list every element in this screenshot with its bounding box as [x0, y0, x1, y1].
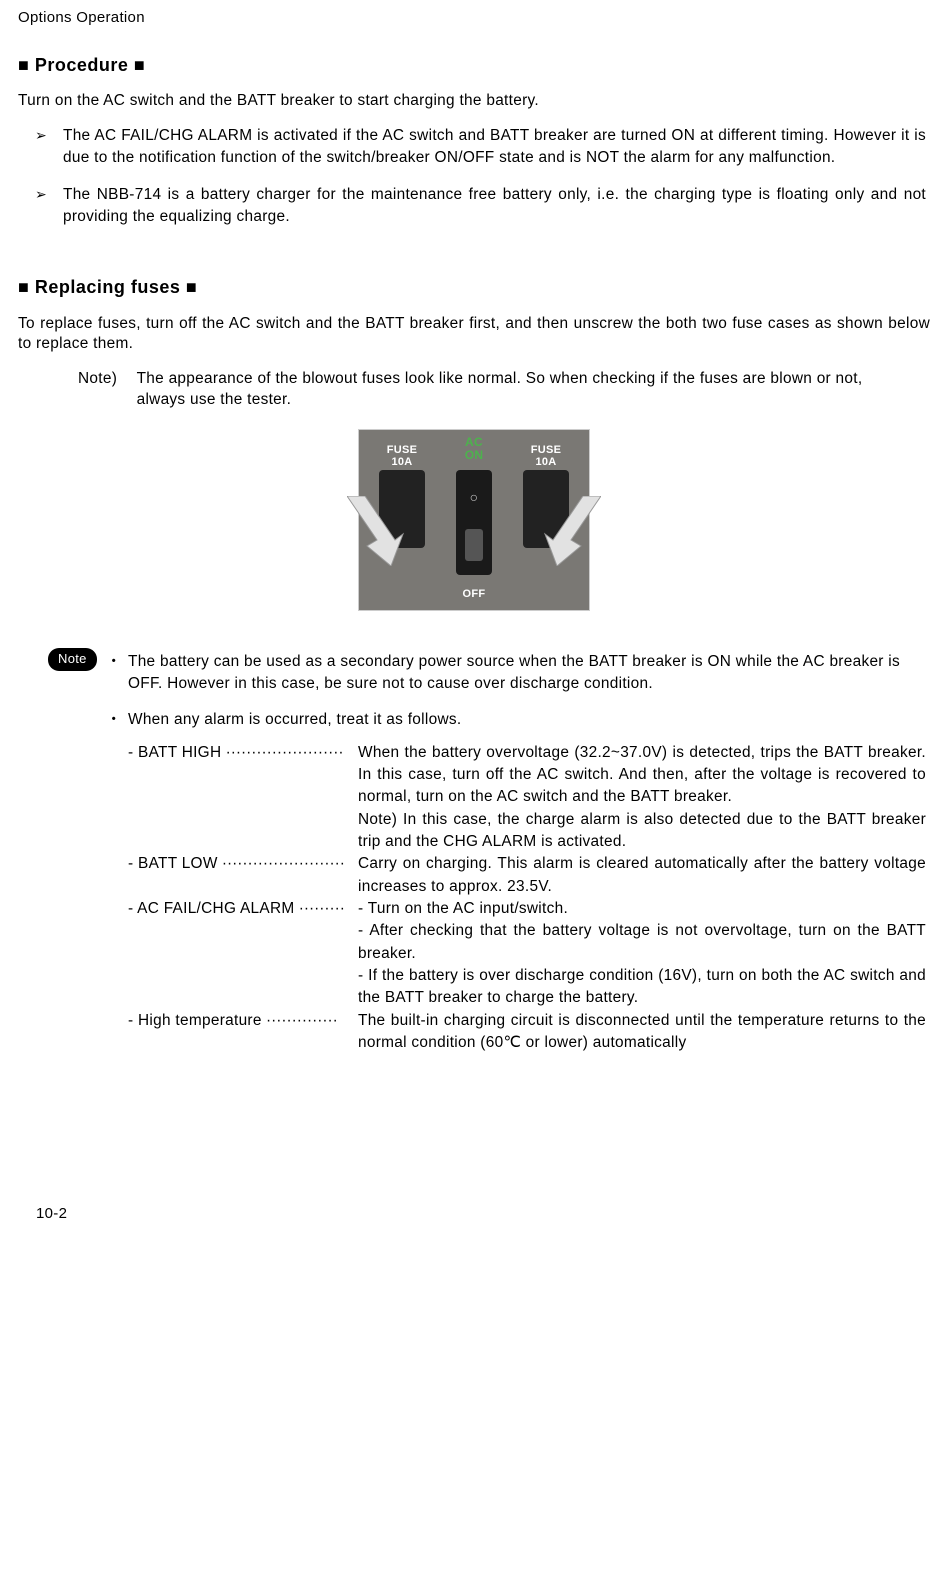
alarm-row: - BATT LOW ························ Carr…: [128, 853, 930, 898]
arrow-left-icon: [347, 496, 407, 566]
procedure-title: ■ Procedure ■: [18, 54, 930, 77]
procedure-bullets: The AC FAIL/CHG ALARM is activated if th…: [63, 125, 926, 228]
fuse-panel-figure: AC ON FUSE 10A FUSE 10A OFF: [358, 429, 590, 611]
page-footer: 10-2: [18, 1204, 930, 1228]
alarm-desc: Carry on charging. This alarm is cleared…: [358, 853, 930, 898]
note-item-text: When any alarm is occurred, treat it as …: [128, 711, 461, 728]
alarm-table: - BATT HIGH ······················· When…: [128, 742, 930, 1055]
replacing-intro: To replace fuses, turn off the AC switch…: [18, 314, 930, 354]
off-label: OFF: [359, 587, 589, 601]
alarm-label: - High temperature ··············: [128, 1010, 358, 1032]
bullet-item: The AC FAIL/CHG ALARM is activated if th…: [63, 125, 926, 170]
replacing-note: Note) The appearance of the blowout fuse…: [78, 368, 930, 411]
alarm-label: - BATT HIGH ·······················: [128, 742, 358, 764]
alarm-desc: When the battery overvoltage (32.2~37.0V…: [358, 742, 930, 854]
note-label: Note): [78, 368, 132, 390]
fuse-right-label: FUSE 10A: [523, 444, 569, 469]
replacing-title: ■ Replacing fuses ■: [18, 276, 930, 299]
fuse-left-label: FUSE 10A: [379, 444, 425, 469]
note-item: The battery can be used as a secondary p…: [128, 651, 930, 696]
note-block: Note The battery can be used as a second…: [58, 651, 930, 1055]
bullet-item: The NBB-714 is a battery charger for the…: [63, 184, 926, 229]
page-header: Options Operation: [18, 8, 930, 28]
alarm-label: - AC FAIL/CHG ALARM ·········: [128, 898, 358, 920]
ac-switch-icon: [456, 470, 492, 575]
alarm-row: - High temperature ·············· The bu…: [128, 1010, 930, 1055]
page-number: 10-2: [36, 1204, 67, 1224]
alarm-label: - BATT LOW ························: [128, 853, 358, 875]
note-item: When any alarm is occurred, treat it as …: [128, 709, 930, 1054]
page: Options Operation ■ Procedure ■ Turn on …: [0, 0, 940, 1238]
procedure-intro: Turn on the AC switch and the BATT break…: [18, 91, 930, 111]
note-pill: Note: [48, 648, 97, 671]
alarm-row: - BATT HIGH ······················· When…: [128, 742, 930, 854]
arrow-right-icon: [541, 496, 601, 566]
alarm-desc: The built-in charging circuit is disconn…: [358, 1010, 930, 1055]
alarm-row: - AC FAIL/CHG ALARM ········· - Turn on …: [128, 898, 930, 1010]
note-items: The battery can be used as a secondary p…: [128, 651, 930, 1055]
note-text: The appearance of the blowout fuses look…: [137, 368, 907, 411]
alarm-desc: - Turn on the AC input/switch. - After c…: [358, 898, 930, 1010]
